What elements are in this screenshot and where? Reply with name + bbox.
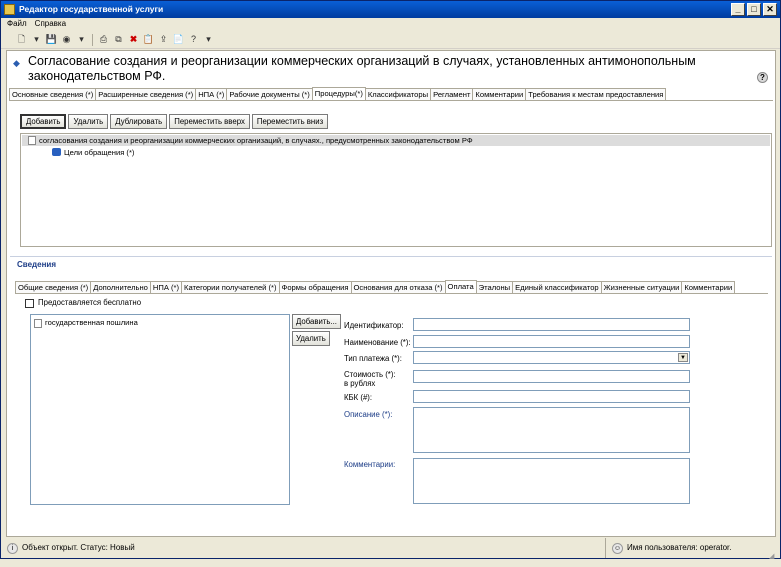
tab-npa[interactable]: НПА (*) bbox=[149, 281, 183, 293]
help-icon[interactable]: ? bbox=[757, 72, 768, 83]
identifier-label: Идентификатор: bbox=[344, 321, 404, 330]
description-textarea[interactable] bbox=[413, 407, 690, 453]
window-title: Редактор государственной услуги bbox=[19, 4, 164, 14]
menu-help[interactable]: Справка bbox=[35, 18, 66, 30]
payment-list[interactable]: государственная пошлина bbox=[30, 314, 290, 505]
user-name-text: Имя пользователя: operator. bbox=[627, 543, 732, 552]
tab-payment[interactable]: Оплата bbox=[444, 280, 477, 293]
details-tabs: Общие сведения (*) Дополнительно НПА (*)… bbox=[15, 280, 768, 294]
title-bar[interactable]: Редактор государственной услуги _ □ ✕ bbox=[1, 1, 780, 18]
free-of-charge-label: Предоставляется бесплатно bbox=[38, 298, 142, 307]
tree-node-child[interactable]: Цели обращения (*) bbox=[52, 147, 134, 158]
free-of-charge-row: Предоставляется бесплатно bbox=[25, 298, 141, 308]
details-section: Сведения Общие сведения (*) Дополнительн… bbox=[10, 256, 772, 536]
dropdown-arrow-icon[interactable]: ▾ bbox=[75, 33, 88, 46]
maximize-button[interactable]: □ bbox=[747, 3, 761, 16]
tab-extended-info[interactable]: Расширенные сведения (*) bbox=[95, 88, 197, 100]
content-panel: ◆ Согласование создания и реорганизации … bbox=[6, 50, 776, 537]
tab-refusal-grounds[interactable]: Основания для отказа (*) bbox=[350, 281, 446, 293]
procedure-tree[interactable]: согласования создания и реорганизации ко… bbox=[20, 133, 772, 247]
page-title: Согласование создания и реорганизации ко… bbox=[28, 54, 696, 83]
delete-button[interactable]: Удалить bbox=[68, 114, 109, 129]
document-icon bbox=[28, 136, 36, 145]
section-title: Сведения bbox=[17, 260, 56, 269]
info-icon: i bbox=[7, 542, 18, 554]
tab-general[interactable]: Общие сведения (*) bbox=[15, 281, 92, 293]
list-item-label: государственная пошлина bbox=[45, 318, 138, 327]
close-button[interactable]: ✕ bbox=[763, 3, 777, 16]
export-icon[interactable]: ⇪ bbox=[157, 33, 170, 46]
tab-recipient-categories[interactable]: Категории получателей (*) bbox=[181, 281, 280, 293]
print-icon[interactable]: ⎙ bbox=[97, 33, 110, 46]
kbk-label: КБК (#): bbox=[344, 393, 373, 402]
name-input[interactable] bbox=[413, 335, 690, 348]
tab-place-requirements[interactable]: Требования к местам предоставления bbox=[525, 88, 667, 100]
comments-textarea[interactable] bbox=[413, 458, 690, 504]
service-icon: ◆ bbox=[13, 58, 20, 68]
tab-comments[interactable]: Комментарии bbox=[472, 88, 527, 100]
move-down-button[interactable]: Переместить вниз bbox=[251, 114, 329, 129]
payment-type-select[interactable]: ▼ bbox=[413, 351, 690, 364]
tab-npa[interactable]: НПА (*) bbox=[195, 88, 228, 100]
status-bar: i Объект открыт. Статус: Новый ☺ Имя пол… bbox=[1, 538, 780, 560]
menu-bar: Файл Справка bbox=[1, 18, 780, 30]
globe-icon[interactable]: ◉ bbox=[60, 33, 73, 46]
free-of-charge-checkbox[interactable] bbox=[25, 298, 34, 308]
move-up-button[interactable]: Переместить вверх bbox=[169, 114, 250, 129]
help-icon[interactable]: ? bbox=[187, 33, 200, 46]
duplicate-button[interactable]: Дублировать bbox=[110, 114, 168, 129]
tab-additional[interactable]: Дополнительно bbox=[90, 281, 151, 293]
folder-icon bbox=[52, 148, 61, 156]
toolbar-separator bbox=[92, 33, 93, 46]
tab-classifiers[interactable]: Классификаторы bbox=[364, 88, 432, 100]
tree-node-label: согласования создания и реорганизации ко… bbox=[39, 136, 473, 145]
tab-work-documents[interactable]: Рабочие документы (*) bbox=[226, 88, 313, 100]
payment-type-label: Тип платежа (*): bbox=[344, 354, 402, 363]
comments-label: Комментарии: bbox=[344, 460, 396, 469]
dropdown-arrow-icon[interactable]: ▾ bbox=[202, 33, 215, 46]
new-icon[interactable]: 🗋 bbox=[15, 33, 28, 46]
app-icon bbox=[4, 4, 15, 15]
dropdown-arrow-icon[interactable]: ▾ bbox=[30, 33, 43, 46]
tree-node-root[interactable]: согласования создания и реорганизации ко… bbox=[22, 135, 770, 146]
copy-icon[interactable]: ⧉ bbox=[112, 33, 125, 46]
user-icon: ☺ bbox=[612, 542, 623, 554]
kbk-input[interactable] bbox=[413, 390, 690, 403]
tab-unified-classifier[interactable]: Единый классификатор bbox=[512, 281, 602, 293]
name-label: Наименование (*): bbox=[344, 338, 411, 347]
document-icon[interactable]: 📄 bbox=[172, 33, 185, 46]
procedure-actions: Добавить Удалить Дублировать Переместить… bbox=[20, 114, 329, 129]
delete-payment-button[interactable]: Удалить bbox=[292, 331, 330, 346]
minimize-button[interactable]: _ bbox=[731, 3, 745, 16]
tab-regulation[interactable]: Регламент bbox=[430, 88, 474, 100]
cost-label: Стоимость (*): в рублях bbox=[344, 370, 396, 388]
add-payment-button[interactable]: Добавить... bbox=[292, 314, 341, 329]
tab-main-info[interactable]: Основные сведения (*) bbox=[9, 88, 97, 100]
description-label: Описание (*): bbox=[344, 410, 393, 419]
main-tabs: Основные сведения (*) Расширенные сведен… bbox=[9, 87, 773, 101]
tree-node-label: Цели обращения (*) bbox=[64, 148, 135, 157]
identifier-input[interactable] bbox=[413, 318, 690, 331]
delete-icon[interactable]: ✖ bbox=[127, 33, 140, 46]
document-icon bbox=[34, 319, 42, 328]
editor-window: Редактор государственной услуги _ □ ✕ Фа… bbox=[0, 0, 781, 560]
status-text: Объект открыт. Статус: Новый bbox=[22, 543, 135, 552]
tab-life-situations[interactable]: Жизненные ситуации bbox=[600, 281, 683, 293]
chevron-down-icon[interactable]: ▼ bbox=[678, 353, 688, 362]
tab-comments[interactable]: Комментарии bbox=[681, 281, 736, 293]
paste-icon[interactable]: 📋 bbox=[142, 33, 155, 46]
tab-standards[interactable]: Эталоны bbox=[475, 281, 514, 293]
save-icon[interactable]: 💾 bbox=[45, 33, 58, 46]
add-button[interactable]: Добавить bbox=[20, 114, 67, 129]
cost-input[interactable] bbox=[413, 370, 690, 383]
list-item[interactable]: государственная пошлина bbox=[34, 318, 138, 328]
menu-file[interactable]: Файл bbox=[7, 18, 27, 30]
toolbar: 🗋 ▾ 💾 ◉ ▾ ⎙ ⧉ ✖ 📋 ⇪ 📄 ? ▾ bbox=[1, 31, 780, 49]
resize-grip[interactable]: ◢ bbox=[769, 547, 778, 560]
tab-request-forms[interactable]: Формы обращения bbox=[278, 281, 352, 293]
tab-procedures[interactable]: Процедуры(*) bbox=[311, 87, 366, 100]
